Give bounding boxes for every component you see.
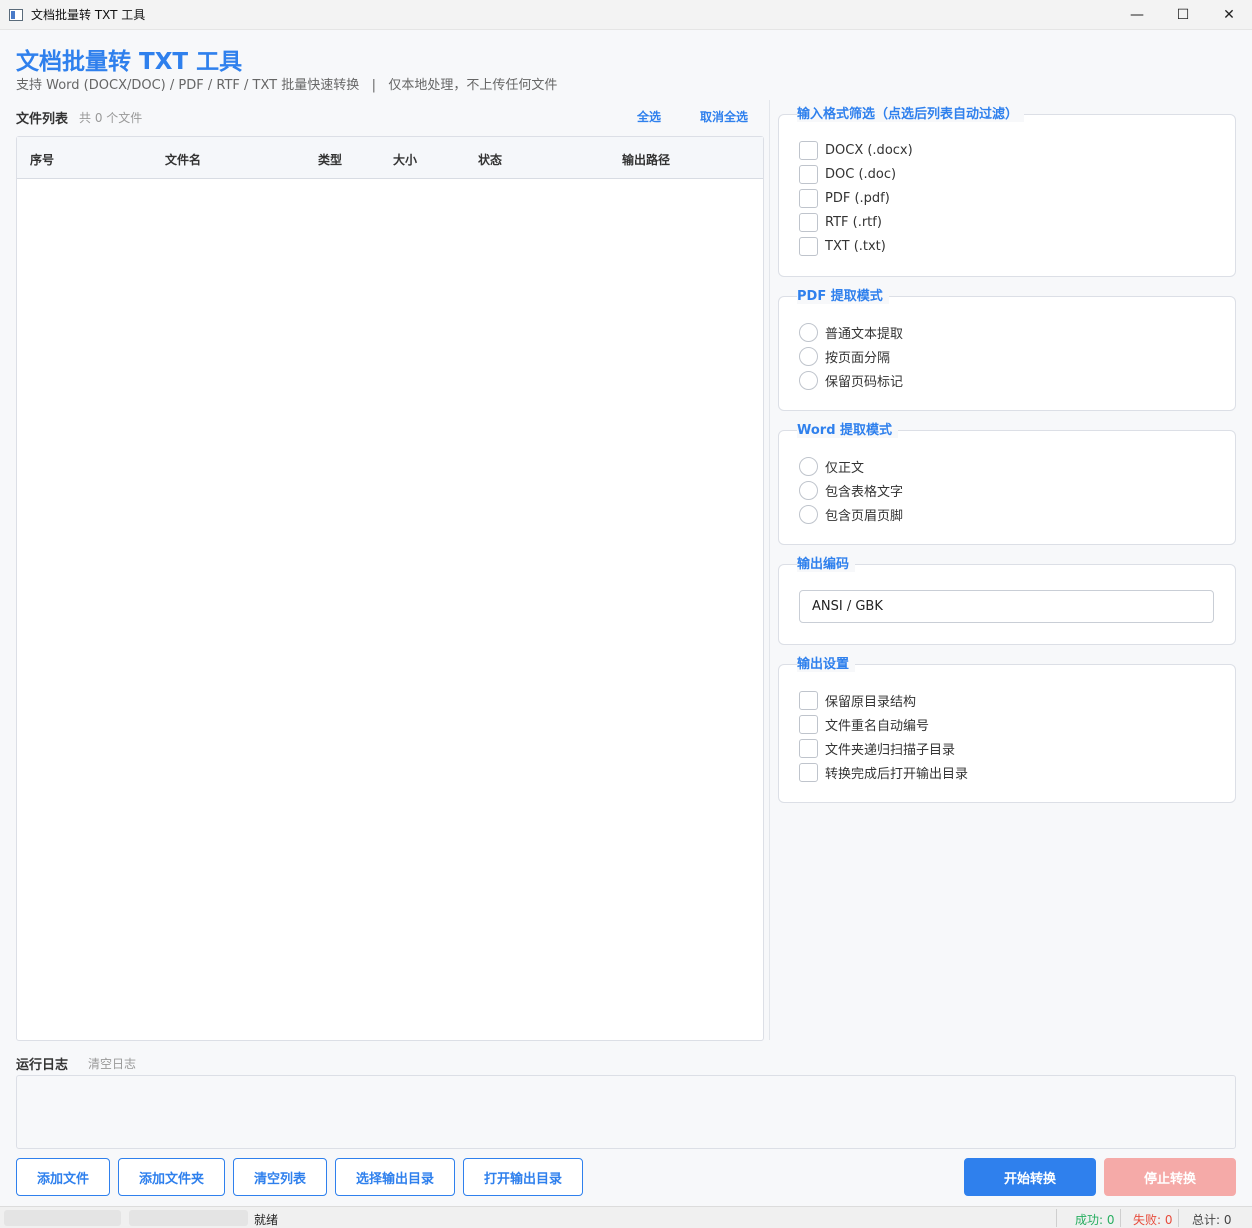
recursive-scan-checkbox[interactable]: 文件夹递归扫描子目录 xyxy=(799,739,955,758)
progress-bar xyxy=(4,1210,121,1226)
clear-list-button[interactable]: 清空列表 xyxy=(233,1158,327,1196)
app-icon xyxy=(9,8,23,21)
open-output-dir-button[interactable]: 打开输出目录 xyxy=(463,1158,583,1196)
radio-circle[interactable] xyxy=(799,505,818,524)
success-count: 成功: 0 xyxy=(1075,1213,1115,1227)
radio-circle[interactable] xyxy=(799,457,818,476)
total-count: 总计: 0 xyxy=(1192,1213,1232,1227)
column-header-index[interactable]: 序号 xyxy=(30,151,54,168)
word-mode-header-footer-radio[interactable]: 包含页眉页脚 xyxy=(799,505,903,524)
format-filter-title: 输入格式筛选（点选后列表自动过滤） xyxy=(797,103,1025,122)
file-count: 共 0 个文件 xyxy=(79,111,143,125)
filter-docx-checkbox[interactable]: DOCX (.docx) xyxy=(799,141,913,160)
checkbox-box[interactable] xyxy=(799,165,818,184)
failed-count: 失败: 0 xyxy=(1133,1213,1173,1227)
word-mode-body-radio[interactable]: 仅正文 xyxy=(799,457,864,476)
panel-divider[interactable] xyxy=(769,100,770,1040)
checkbox-box[interactable] xyxy=(799,691,818,710)
column-header-output-path[interactable]: 输出路径 xyxy=(622,151,670,168)
status-divider xyxy=(1178,1209,1179,1227)
column-header-status[interactable]: 状态 xyxy=(478,151,502,168)
column-header-type[interactable]: 类型 xyxy=(318,151,342,168)
choose-output-dir-button[interactable]: 选择输出目录 xyxy=(335,1158,455,1196)
keep-structure-checkbox[interactable]: 保留原目录结构 xyxy=(799,691,916,710)
checkbox-box[interactable] xyxy=(799,715,818,734)
close-icon[interactable]: ✕ xyxy=(1206,0,1252,30)
checkbox-box[interactable] xyxy=(799,763,818,782)
status-bar: 就绪 成功: 0 失败: 0 总计: 0 xyxy=(0,1206,1252,1228)
auto-number-checkbox[interactable]: 文件重名自动编号 xyxy=(799,715,929,734)
table-header: 序号 文件名 类型 大小 状态 输出路径 xyxy=(17,137,763,179)
window-titlebar: 文档批量转 TXT 工具 — ☐ ✕ xyxy=(0,0,1252,30)
encoding-select[interactable]: ANSI / GBK xyxy=(799,590,1214,623)
status-text: 就绪 xyxy=(254,1213,279,1227)
stop-convert-button[interactable]: 停止转换 xyxy=(1104,1158,1236,1196)
file-table[interactable]: 序号 文件名 类型 大小 状态 输出路径 xyxy=(16,136,764,1041)
filter-pdf-checkbox[interactable]: PDF (.pdf) xyxy=(799,189,890,208)
checkbox-box[interactable] xyxy=(799,237,818,256)
column-header-size[interactable]: 大小 xyxy=(393,151,417,168)
log-textarea[interactable] xyxy=(16,1075,1236,1149)
page-subtitle: 支持 Word (DOCX/DOC) / PDF / RTF / TXT 批量快… xyxy=(16,78,558,93)
page-title: 文档批量转 TXT 工具 xyxy=(16,49,243,75)
radio-circle[interactable] xyxy=(799,481,818,500)
radio-circle[interactable] xyxy=(799,371,818,390)
status-divider xyxy=(1120,1209,1121,1227)
deselect-all-button[interactable]: 取消全选 xyxy=(700,108,748,125)
filter-rtf-checkbox[interactable]: RTF (.rtf) xyxy=(799,213,882,232)
progress-bar-secondary xyxy=(129,1210,248,1226)
open-output-after-checkbox[interactable]: 转换完成后打开输出目录 xyxy=(799,763,968,782)
checkbox-box[interactable] xyxy=(799,141,818,160)
file-list-label: 文件列表 xyxy=(16,112,69,127)
pdf-mode-plain-radio[interactable]: 普通文本提取 xyxy=(799,323,903,342)
clear-log-button[interactable]: 清空日志 xyxy=(88,1055,136,1072)
window-controls: — ☐ ✕ xyxy=(1114,0,1252,30)
checkbox-box[interactable] xyxy=(799,213,818,232)
word-mode-title: Word 提取模式 xyxy=(797,419,899,438)
status-divider xyxy=(1056,1209,1057,1227)
output-settings-title: 输出设置 xyxy=(797,653,856,672)
add-file-button[interactable]: 添加文件 xyxy=(16,1158,110,1196)
checkbox-box[interactable] xyxy=(799,739,818,758)
column-header-filename[interactable]: 文件名 xyxy=(165,151,201,168)
minimize-icon[interactable]: — xyxy=(1114,0,1160,30)
pdf-mode-page-marks-radio[interactable]: 保留页码标记 xyxy=(799,371,903,390)
pdf-mode-by-page-radio[interactable]: 按页面分隔 xyxy=(799,347,890,366)
start-convert-button[interactable]: 开始转换 xyxy=(964,1158,1096,1196)
radio-circle[interactable] xyxy=(799,323,818,342)
select-all-button[interactable]: 全选 xyxy=(637,108,661,125)
maximize-icon[interactable]: ☐ xyxy=(1160,0,1206,30)
pdf-mode-title: PDF 提取模式 xyxy=(797,285,889,304)
encoding-title: 输出编码 xyxy=(797,553,856,572)
filter-txt-checkbox[interactable]: TXT (.txt) xyxy=(799,237,886,256)
window-title: 文档批量转 TXT 工具 xyxy=(31,8,146,22)
word-mode-tables-radio[interactable]: 包含表格文字 xyxy=(799,481,903,500)
log-label: 运行日志 xyxy=(16,1058,69,1073)
add-folder-button[interactable]: 添加文件夹 xyxy=(118,1158,225,1196)
filter-doc-checkbox[interactable]: DOC (.doc) xyxy=(799,165,896,184)
checkbox-box[interactable] xyxy=(799,189,818,208)
radio-circle[interactable] xyxy=(799,347,818,366)
